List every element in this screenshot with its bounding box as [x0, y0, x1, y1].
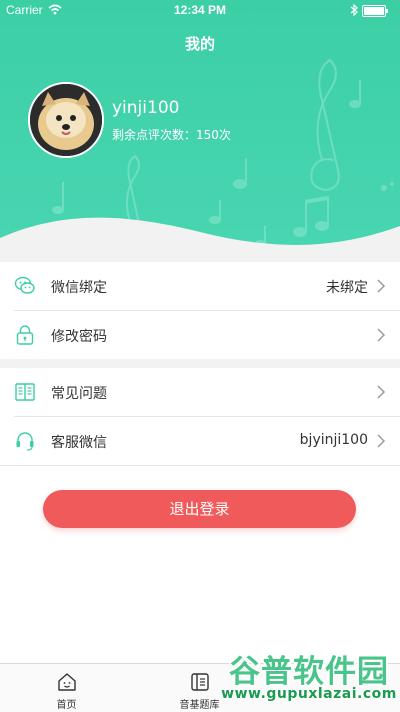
profile-header: Carrier 12:34 PM 我的 yinji100 剩余点评次数：150次: [0, 0, 400, 262]
chevron-right-icon: [377, 328, 386, 342]
menu-item-value: 未绑定: [326, 280, 368, 296]
status-time: 12:34 PM: [173, 3, 227, 17]
menu-item-value: bjyinji100: [299, 432, 368, 448]
status-bar: Carrier 12:34 PM: [0, 0, 400, 20]
wechat-icon: [14, 276, 35, 294]
tab-label: 首页: [56, 700, 77, 711]
watermark-url: www.gupuxlazai.com: [221, 686, 397, 702]
logout-button[interactable]: 退出登录: [43, 490, 356, 528]
avatar[interactable]: [28, 82, 104, 158]
page-title: 我的: [184, 35, 215, 53]
tab-home[interactable]: 首页: [0, 664, 133, 712]
menu-item-label: 客服微信: [51, 435, 107, 451]
headset-icon: [16, 432, 34, 451]
chevron-right-icon: [377, 434, 386, 448]
chevron-right-icon: [377, 279, 386, 293]
menu-item-wechat-binding[interactable]: 微信绑定 未绑定: [0, 262, 400, 310]
dog-avatar-image: [30, 84, 102, 156]
section-gap: [0, 250, 400, 262]
menu-item-label: 修改密码: [51, 329, 107, 345]
home-icon: [58, 673, 76, 691]
section-divider: [0, 465, 400, 466]
question-bank-icon: [191, 673, 209, 691]
watermark: 谷普软件园 www.gupuxlazai.com: [220, 646, 398, 708]
chevron-right-icon: [377, 385, 386, 399]
remaining-reviews: 剩余点评次数：150次: [112, 128, 231, 142]
section-gap: [0, 358, 400, 368]
battery-icon: [362, 5, 388, 17]
username: yinji100: [112, 98, 180, 118]
watermark-text: 谷普软件园: [229, 654, 389, 690]
menu-item-support-wechat[interactable]: 客服微信 bjyinji100: [0, 417, 400, 465]
lock-icon: [16, 325, 34, 345]
menu-item-label: 微信绑定: [51, 280, 107, 296]
menu-item-label: 常见问题: [51, 386, 107, 402]
bluetooth-icon: [350, 4, 358, 16]
menu-item-change-password[interactable]: 修改密码: [0, 311, 400, 359]
book-icon: [15, 383, 35, 401]
menu-item-faq[interactable]: 常见问题: [0, 368, 400, 416]
